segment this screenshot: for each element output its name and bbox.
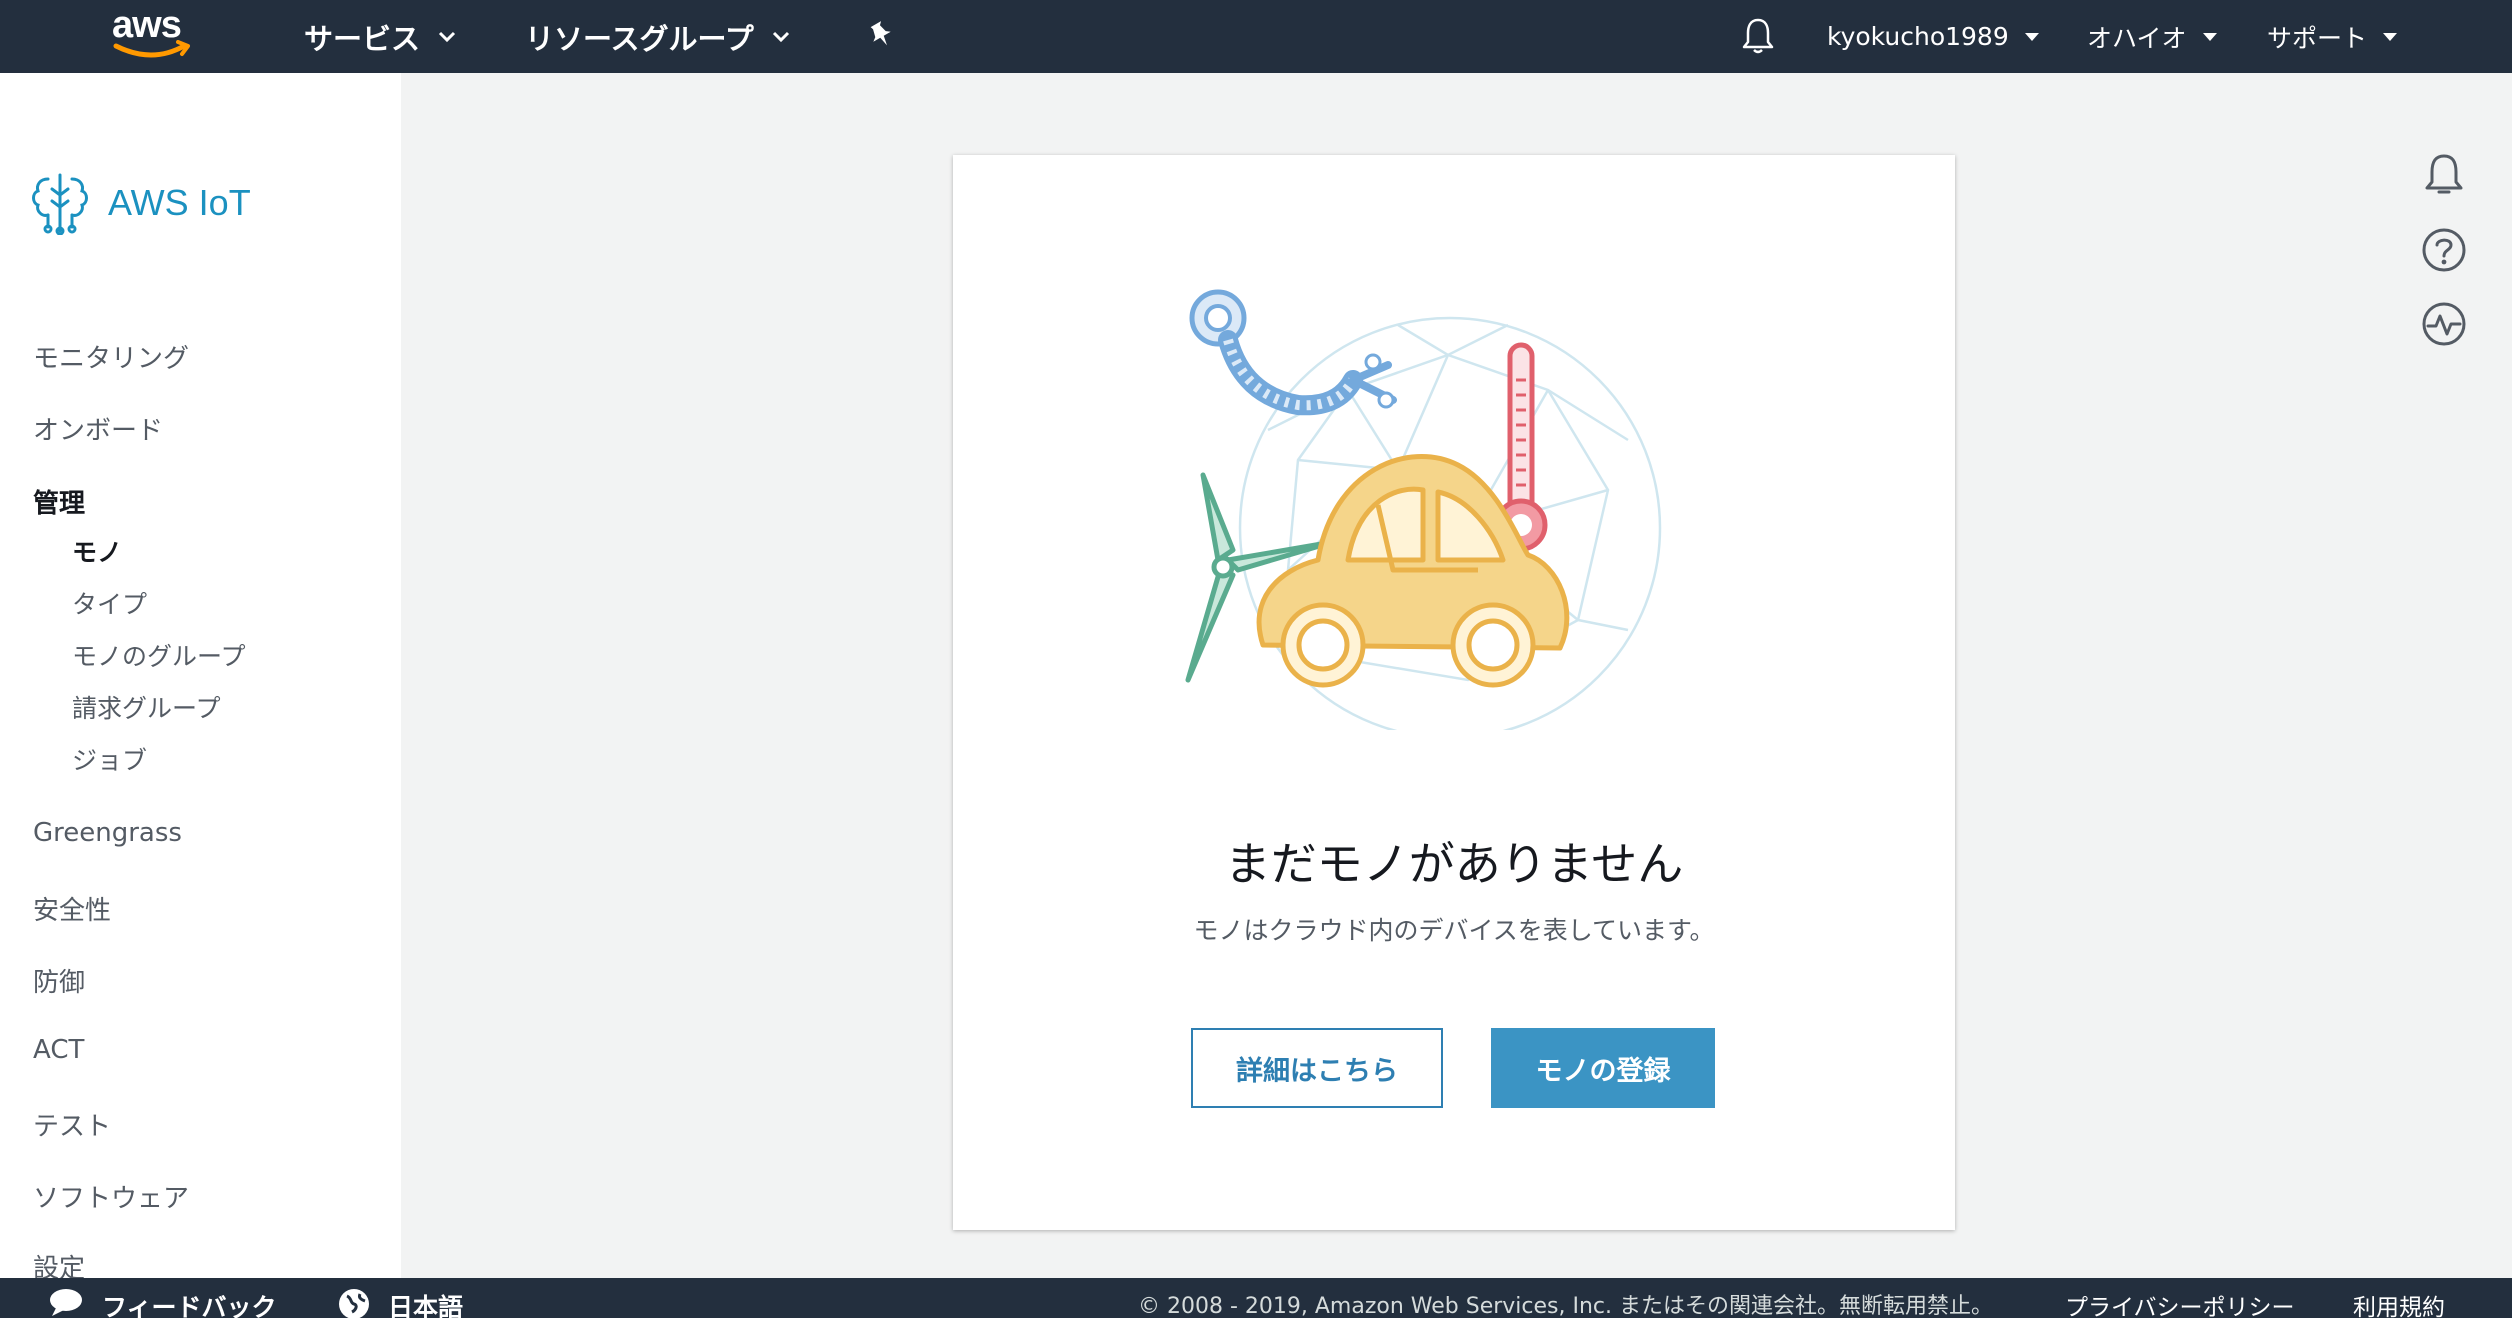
caret-down-icon bbox=[2202, 32, 2217, 41]
aws-smile-icon bbox=[113, 40, 190, 58]
sidebar-subitem-jobs[interactable]: ジョブ bbox=[72, 741, 147, 777]
copyright-text: © 2008 - 2019, Amazon Web Services, Inc.… bbox=[1138, 1294, 1994, 1318]
feedback-label: フィードバック bbox=[102, 1293, 277, 1318]
caret-down-icon bbox=[2383, 32, 2398, 41]
sidebar-item-act[interactable]: ACT bbox=[33, 1035, 84, 1065]
sidebar: AWS IoT モニタリング オンボード 管理 モノ タイプ モノのグループ 請… bbox=[0, 73, 401, 1284]
sidebar-item-monitoring[interactable]: モニタリング bbox=[33, 338, 189, 375]
region-label: オハイオ bbox=[2087, 23, 2187, 53]
bell-icon[interactable] bbox=[1740, 16, 1776, 56]
region-menu[interactable]: オハイオ bbox=[2087, 0, 2217, 73]
brand-title: AWS IoT bbox=[108, 182, 251, 223]
iot-things-illustration bbox=[1185, 289, 1662, 730]
resource-groups-menu[interactable]: リソースグループ bbox=[525, 0, 790, 73]
footer: フィードバック 日本語 © 2008 - 2019, Amazon Web Se… bbox=[0, 1278, 2512, 1318]
resource-groups-label: リソースグループ bbox=[525, 21, 754, 56]
sidebar-item-secure[interactable]: 安全性 bbox=[33, 890, 111, 927]
language-label: 日本語 bbox=[388, 1293, 464, 1318]
services-menu[interactable]: サービス bbox=[304, 0, 456, 73]
pin-icon[interactable] bbox=[866, 20, 896, 50]
sidebar-item-software[interactable]: ソフトウェア bbox=[33, 1178, 189, 1215]
sidebar-subitem-types[interactable]: タイプ bbox=[72, 585, 147, 621]
top-navigation: aws サービス リソースグループ kyokucho1989 オハイオ サポート bbox=[0, 0, 2512, 73]
sidebar-item-onboard[interactable]: オンボード bbox=[33, 410, 163, 447]
learn-more-button[interactable]: 詳細はこちら bbox=[1191, 1028, 1443, 1108]
services-label: サービス bbox=[304, 21, 421, 56]
language-selector[interactable]: 日本語 bbox=[338, 1278, 463, 1318]
account-menu[interactable]: kyokucho1989 bbox=[1827, 0, 2039, 73]
sidebar-subitem-thing-groups[interactable]: モノのグループ bbox=[72, 637, 246, 673]
help-icon[interactable] bbox=[2420, 226, 2468, 274]
sidebar-item-manage[interactable]: 管理 bbox=[33, 483, 85, 520]
chevron-down-icon bbox=[772, 31, 789, 42]
globe-icon bbox=[339, 1289, 369, 1318]
sidebar-item-defend[interactable]: 防御 bbox=[33, 962, 85, 999]
sidebar-item-greengrass[interactable]: Greengrass bbox=[33, 818, 182, 848]
notifications-bell-icon[interactable] bbox=[2420, 150, 2468, 198]
privacy-policy-link[interactable]: プライバシーポリシー bbox=[2065, 1288, 2295, 1318]
feedback-link[interactable]: フィードバック bbox=[48, 1278, 277, 1318]
support-label: サポート bbox=[2267, 23, 2368, 53]
sidebar-subitem-billing-groups[interactable]: 請求グループ bbox=[72, 689, 221, 725]
terms-link[interactable]: 利用規約 bbox=[2353, 1288, 2445, 1318]
account-label: kyokucho1989 bbox=[1827, 22, 2009, 51]
aws-iot-brand[interactable]: AWS IoT bbox=[30, 171, 251, 235]
empty-state-description: モノはクラウド内のデバイスを表しています。 bbox=[1193, 916, 1715, 945]
chevron-down-icon bbox=[438, 31, 456, 42]
chat-bubble-icon bbox=[50, 1289, 82, 1316]
sidebar-item-test[interactable]: テスト bbox=[33, 1106, 111, 1143]
empty-state-title: まだモノがありません bbox=[1224, 837, 1684, 891]
aws-logo[interactable]: aws bbox=[110, 4, 200, 64]
empty-state-card: まだモノがありません モノはクラウド内のデバイスを表しています。 詳細はこちら … bbox=[953, 155, 1955, 1230]
sidebar-subitem-things[interactable]: モノ bbox=[72, 533, 122, 569]
aws-iot-logo-icon bbox=[32, 173, 88, 235]
support-menu[interactable]: サポート bbox=[2267, 0, 2398, 73]
caret-down-icon bbox=[2024, 32, 2039, 41]
register-thing-button[interactable]: モノの登録 bbox=[1491, 1028, 1715, 1108]
health-pulse-icon[interactable] bbox=[2420, 300, 2468, 348]
